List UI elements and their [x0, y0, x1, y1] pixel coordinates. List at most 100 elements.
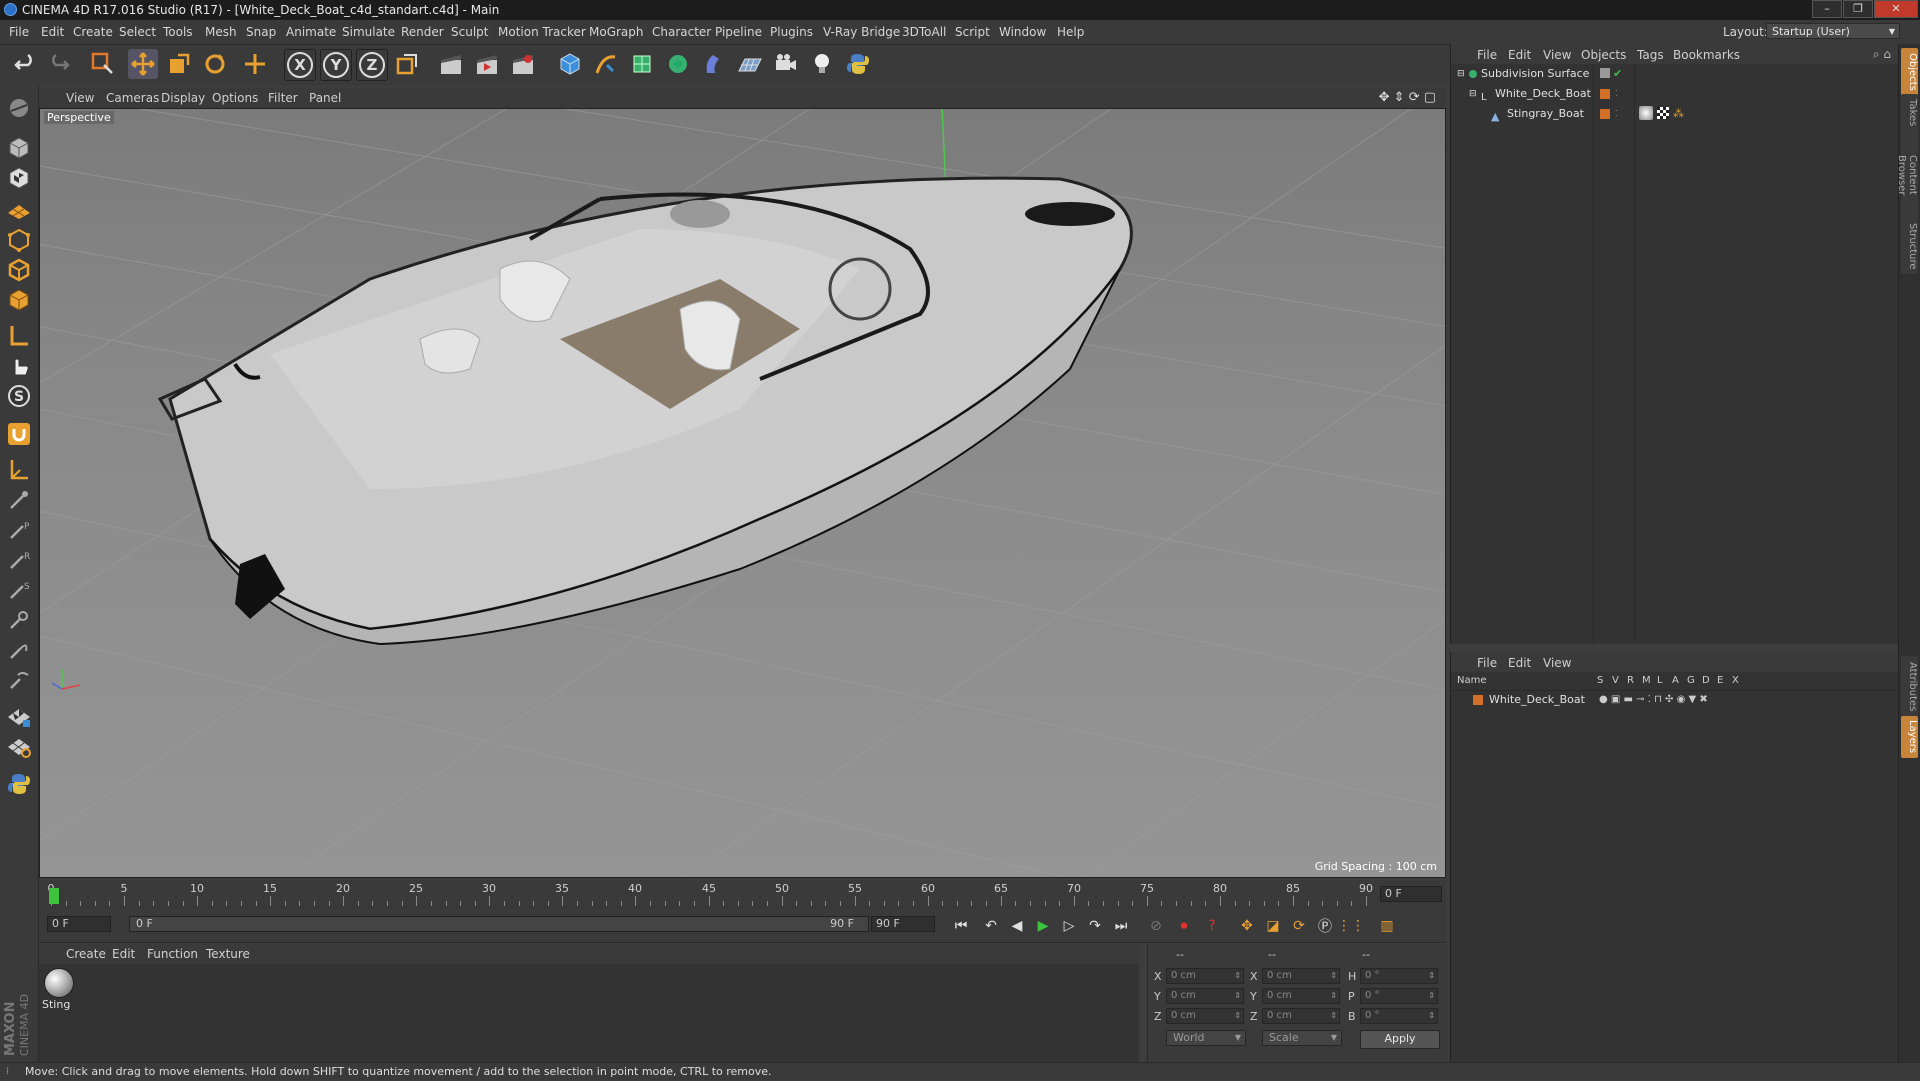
- x-axis-lock-button[interactable]: X: [284, 49, 316, 81]
- search-icon[interactable]: ⌕ ⌂: [1873, 47, 1891, 62]
- cloner-button[interactable]: [663, 49, 693, 79]
- visibility-dots-icon[interactable]: ⁚: [1615, 84, 1618, 104]
- coord-rot-b-field[interactable]: 0 ° ⇕: [1360, 1008, 1438, 1024]
- next-frame-button[interactable]: ▷: [1057, 914, 1081, 938]
- go-to-start-button[interactable]: ⏮: [949, 914, 973, 938]
- checkmark-icon[interactable]: ✔: [1613, 64, 1622, 84]
- apply-button[interactable]: Apply: [1360, 1030, 1440, 1049]
- viewport-menu-filter[interactable]: Filter: [268, 91, 298, 105]
- objects-menu-file[interactable]: File: [1477, 48, 1497, 62]
- menu-motion-tracker[interactable]: Motion Tracker: [498, 25, 586, 39]
- magnet-button[interactable]: [4, 419, 34, 449]
- layer-toggle-icons[interactable]: ● ▣ ▬ ⊸ ⁚ ⊓ ✣ ◉ ▼ ✖: [1599, 690, 1708, 710]
- points-mode-button[interactable]: [4, 225, 34, 255]
- close-button[interactable]: ✕: [1874, 0, 1918, 18]
- current-frame-field[interactable]: 0 F: [1380, 886, 1442, 902]
- model-mode-button[interactable]: [4, 133, 34, 163]
- sculpt-smooth-button[interactable]: S: [4, 575, 34, 605]
- viewport-menu-view[interactable]: View: [66, 91, 94, 105]
- menu-create[interactable]: Create: [73, 25, 113, 39]
- menu-vray-bridge[interactable]: V-Ray Bridge: [823, 25, 900, 39]
- python-script-button[interactable]: [4, 769, 34, 799]
- tab-structure[interactable]: Structure: [1901, 218, 1918, 274]
- objects-menu-bookmarks[interactable]: Bookmarks: [1673, 48, 1740, 62]
- visibility-toggle[interactable]: [1600, 68, 1610, 78]
- layer-row[interactable]: White_Deck_Boat ● ▣ ▬ ⊸ ⁚ ⊓ ✣ ◉ ▼ ✖: [1451, 690, 1899, 710]
- sculpt-inflate-button[interactable]: [4, 605, 34, 635]
- menu-script[interactable]: Script: [955, 25, 990, 39]
- menu-plugins[interactable]: Plugins: [770, 25, 813, 39]
- polygons-mode-button[interactable]: [4, 285, 34, 315]
- coord-pos-x-field[interactable]: 0 cm ⇕: [1166, 968, 1244, 984]
- sculpt-grab-button[interactable]: [4, 635, 34, 665]
- render-picture-viewer-button[interactable]: [472, 49, 502, 79]
- floor-button[interactable]: [735, 49, 765, 79]
- scale-tool-button[interactable]: [164, 49, 194, 79]
- layers-menu-view[interactable]: View: [1543, 656, 1571, 670]
- material-menu-edit[interactable]: Edit: [112, 947, 135, 961]
- menu-help[interactable]: Help: [1057, 25, 1084, 39]
- next-key-button[interactable]: ↷: [1083, 914, 1107, 938]
- tab-objects[interactable]: Objects: [1901, 48, 1918, 96]
- tweak-mode-button[interactable]: [4, 351, 34, 381]
- perspective-viewport[interactable]: Perspective Grid Spacing : 100 cm: [39, 108, 1446, 878]
- previous-key-button[interactable]: ↶: [979, 914, 1003, 938]
- coordinate-system-button[interactable]: [392, 49, 422, 79]
- object-row-stingray-boat[interactable]: ▲ Stingray_Boat ⁚ ⁂: [1451, 104, 1899, 124]
- coord-size-y-field[interactable]: 0 cm ⇕: [1262, 988, 1340, 1004]
- collapse-icon[interactable]: ⊟: [1469, 84, 1477, 104]
- coord-pos-z-field[interactable]: 0 cm ⇕: [1166, 1008, 1244, 1024]
- texture-mode-button[interactable]: [4, 163, 34, 193]
- layout-dropdown[interactable]: Startup (User) ▼: [1766, 23, 1900, 39]
- brush-tool-button[interactable]: [4, 485, 34, 515]
- axis-tool-button[interactable]: [4, 455, 34, 485]
- rotate-tool-button[interactable]: [200, 49, 230, 79]
- menu-edit[interactable]: Edit: [41, 25, 64, 39]
- menu-character[interactable]: Character: [652, 25, 711, 39]
- start-frame-field[interactable]: 0 F: [47, 916, 111, 932]
- snapping-button[interactable]: S: [4, 381, 34, 411]
- playhead-marker[interactable]: [49, 888, 59, 904]
- previous-frame-button[interactable]: ◀: [1005, 914, 1029, 938]
- material-menu-texture[interactable]: Texture: [206, 947, 250, 961]
- collapse-icon[interactable]: ⊟: [1457, 64, 1465, 84]
- viewport-menu-cameras[interactable]: Cameras: [106, 91, 159, 105]
- render-view-button[interactable]: [436, 49, 466, 79]
- menu-snap[interactable]: Snap: [246, 25, 276, 39]
- subdivision-surface-button[interactable]: [627, 49, 657, 79]
- keyframe-selection-button[interactable]: ?: [1200, 914, 1224, 938]
- key-parameter-button[interactable]: Ⓟ: [1313, 914, 1337, 938]
- go-to-end-button[interactable]: ⏭: [1109, 914, 1133, 938]
- phong-tag-icon[interactable]: ⁂: [1673, 104, 1684, 124]
- frame-range-slider[interactable]: 0 F 90 F: [129, 916, 869, 932]
- deformer-button[interactable]: [699, 49, 729, 79]
- sculpt-rotate-button[interactable]: R: [4, 545, 34, 575]
- menu-tools[interactable]: Tools: [163, 25, 193, 39]
- camera-button[interactable]: [771, 49, 801, 79]
- coord-space-dropdown[interactable]: World ▼: [1166, 1030, 1246, 1046]
- viewport-camera-label[interactable]: Perspective: [44, 111, 114, 124]
- autokey-button[interactable]: ⏺: [1172, 914, 1196, 938]
- tab-layers[interactable]: Layers: [1901, 716, 1918, 758]
- cube-object-button[interactable]: [555, 49, 585, 79]
- tab-content-browser[interactable]: Content Browser: [1896, 130, 1918, 220]
- sculpt-pull-button[interactable]: P: [4, 515, 34, 545]
- timeline-ruler[interactable]: 051015202530354045505560657075808590 0 F: [39, 880, 1446, 910]
- layer-color-swatch[interactable]: [1473, 695, 1483, 705]
- record-keys-button[interactable]: ⊘: [1144, 914, 1168, 938]
- make-editable-button[interactable]: [4, 93, 34, 123]
- play-button[interactable]: ▶: [1031, 914, 1055, 938]
- key-rotation-button[interactable]: ⟳: [1287, 914, 1311, 938]
- sculpt-flatten-button[interactable]: [4, 665, 34, 695]
- material-swatch[interactable]: Sting: [39, 964, 79, 1016]
- menu-select[interactable]: Select: [119, 25, 156, 39]
- key-position-button[interactable]: ✥: [1235, 914, 1259, 938]
- move-tool-button[interactable]: [128, 49, 158, 79]
- tab-attributes[interactable]: Attributes: [1901, 656, 1918, 718]
- workplane-mode-button[interactable]: [4, 193, 34, 223]
- menu-simulate[interactable]: Simulate: [342, 25, 395, 39]
- workplane-lock-button[interactable]: [4, 731, 34, 761]
- material-menu-function[interactable]: Function: [147, 947, 198, 961]
- z-axis-lock-button[interactable]: Z: [356, 49, 388, 81]
- menu-mesh[interactable]: Mesh: [205, 25, 237, 39]
